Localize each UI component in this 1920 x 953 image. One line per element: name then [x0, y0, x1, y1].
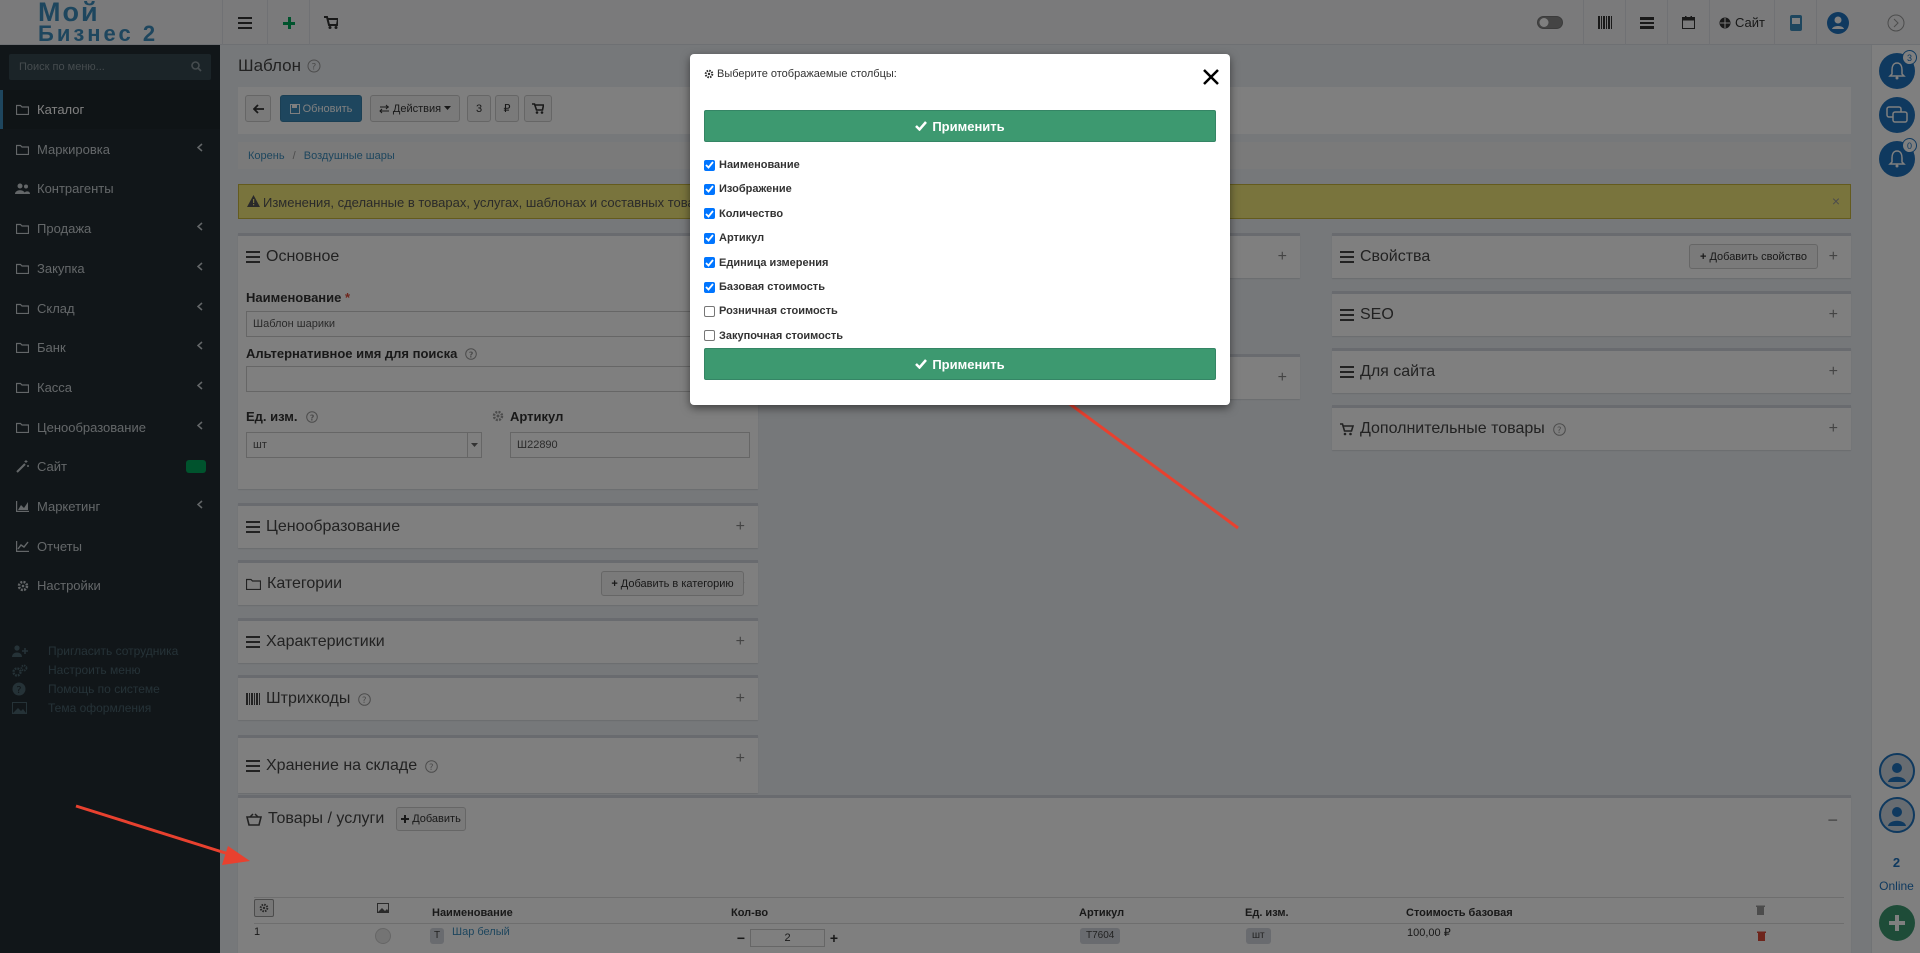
column-option-label: Единица измерения [719, 256, 829, 269]
column-option-label: Количество [719, 207, 784, 220]
column-checkbox[interactable] [704, 257, 715, 269]
column-checkbox[interactable] [704, 281, 715, 293]
column-checkbox[interactable] [704, 208, 715, 220]
column-option-6[interactable]: Базовая стоимость [704, 281, 825, 293]
column-option-label: Розничная стоимость [719, 305, 838, 318]
modal-title: Выберите отображаемые столбцы: [717, 68, 897, 80]
column-option-5[interactable]: Единица измерения [704, 257, 828, 269]
apply-label-bottom: Применить [932, 356, 1005, 372]
column-checkbox[interactable] [704, 330, 715, 342]
apply-label-top: Применить [932, 118, 1005, 134]
column-option-label: Базовая стоимость [719, 281, 825, 293]
column-option-4[interactable]: Артикул [704, 232, 764, 244]
column-option-1[interactable]: Наименование [704, 159, 800, 171]
column-checkbox[interactable] [704, 232, 715, 244]
column-option-label: Изображение [719, 183, 792, 196]
gear-icon [704, 69, 714, 79]
apply-button-bottom[interactable]: Применить [704, 348, 1216, 380]
column-option-label: Закупочная стоимость [719, 329, 844, 342]
column-option-7[interactable]: Розничная стоимость [704, 305, 838, 317]
column-checkbox[interactable] [704, 183, 715, 195]
column-checkbox[interactable] [704, 305, 715, 317]
close-icon[interactable] [1201, 67, 1221, 87]
check-icon [915, 359, 928, 369]
apply-button-top[interactable]: Применить [704, 110, 1216, 142]
check-icon [915, 121, 928, 131]
column-option-label: Наименование [719, 159, 800, 171]
column-option-3[interactable]: Количество [704, 208, 783, 220]
columns-modal: Выберите отображаемые столбцы: Применить… [690, 54, 1230, 405]
column-checkbox[interactable] [704, 159, 715, 171]
column-option-2[interactable]: Изображение [704, 183, 792, 195]
modal-header: Выберите отображаемые столбцы: [704, 68, 897, 80]
column-option-label: Артикул [719, 232, 765, 245]
column-option-8[interactable]: Закупочная стоимость [704, 330, 843, 342]
